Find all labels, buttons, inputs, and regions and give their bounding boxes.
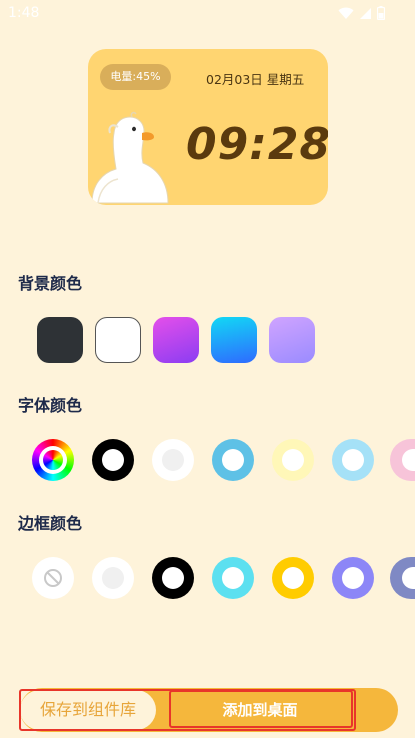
ring-center — [222, 449, 244, 471]
ring-center — [102, 567, 124, 589]
border-color-yellow[interactable] — [272, 557, 314, 599]
wifi-icon — [338, 7, 354, 19]
ring-center — [402, 567, 415, 589]
bg-swatch-cyan-blue[interactable] — [211, 317, 257, 363]
bg-swatch-white[interactable] — [95, 317, 141, 363]
font-color-black[interactable] — [92, 439, 134, 481]
ring-center — [402, 449, 415, 471]
font-color-white[interactable] — [152, 439, 194, 481]
font-color-pink[interactable] — [390, 439, 415, 481]
ring-center — [342, 567, 364, 589]
ring-center — [282, 449, 304, 471]
add-to-desktop-button[interactable]: 添加到桌面 — [168, 690, 352, 730]
ring-center — [102, 449, 124, 471]
color-wheel-inner — [43, 450, 63, 470]
ring-center — [282, 567, 304, 589]
ring-center — [162, 449, 184, 471]
background-color-title: 背景颜色 — [18, 274, 83, 293]
save-to-library-button[interactable]: 保存到组件库 — [20, 690, 156, 730]
duck-illustration — [91, 111, 169, 204]
widget-date: 02月03日 — [206, 72, 263, 87]
bg-swatch-pink-purple[interactable] — [153, 317, 199, 363]
border-color-black[interactable] — [152, 557, 194, 599]
widget-preview[interactable]: 电量:45% 02月03日 星期五 09:28 — [88, 49, 328, 205]
bg-swatch-lavender[interactable] — [269, 317, 315, 363]
no-border-icon — [44, 569, 62, 587]
battery-icon — [377, 6, 385, 20]
ring-center — [342, 449, 364, 471]
status-time: 1:48 — [8, 5, 40, 21]
border-color-cyan[interactable] — [212, 557, 254, 599]
bg-swatch-dark-gray[interactable] — [37, 317, 83, 363]
font-color-sky-blue[interactable] — [212, 439, 254, 481]
widget-date-line: 02月03日 星期五 — [206, 69, 304, 88]
ring-center — [222, 567, 244, 589]
ring-center — [162, 567, 184, 589]
border-color-none[interactable] — [32, 557, 74, 599]
status-bar: 1:48 — [0, 0, 415, 28]
border-color-purple[interactable] — [332, 557, 374, 599]
font-color-light-blue[interactable] — [332, 439, 374, 481]
border-color-slate-blue[interactable] — [390, 557, 415, 599]
font-color-pale-yellow[interactable] — [272, 439, 314, 481]
widget-time: 09:28 — [186, 119, 328, 170]
font-color-title: 字体颜色 — [18, 396, 83, 415]
widget-weekday: 星期五 — [266, 72, 305, 87]
border-color-white[interactable] — [92, 557, 134, 599]
cellular-icon — [360, 7, 371, 19]
status-icons — [338, 6, 385, 20]
font-color-wheel[interactable] — [32, 439, 74, 481]
battery-badge: 电量:45% — [100, 64, 171, 90]
border-color-title: 边框颜色 — [18, 514, 83, 533]
